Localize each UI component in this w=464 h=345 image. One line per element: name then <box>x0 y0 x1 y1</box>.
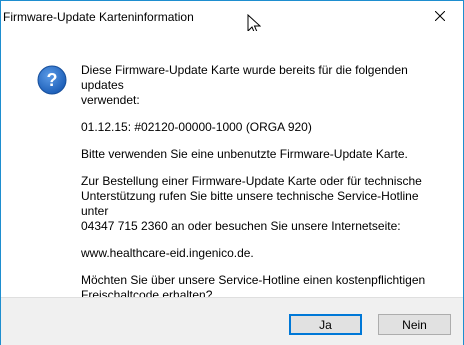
no-button[interactable]: Nein <box>378 314 451 335</box>
dialog-window: Firmware-Update Karteninformation ? Dies… <box>0 0 464 345</box>
message-paragraph-website: www.healthcare-eid.ingenico.de. <box>81 246 254 260</box>
close-button[interactable] <box>417 1 463 31</box>
title-bar[interactable]: Firmware-Update Karteninformation <box>1 1 463 31</box>
close-icon <box>435 11 445 21</box>
dialog-content: ? Diese Firmware-Update Karte wurde bere… <box>1 31 463 302</box>
message-paragraph-update-entry: 01.12.15: #02120-00000-1000 (ORGA 920) <box>81 120 312 134</box>
message-paragraph-hotline: Zur Bestellung einer Firmware-Update Kar… <box>81 174 422 233</box>
button-bar: Ja Nein <box>1 297 463 345</box>
window-title: Firmware-Update Karteninformation <box>3 10 194 24</box>
message-text: Diese Firmware-Update Karte wurde bereit… <box>81 63 446 315</box>
svg-text:?: ? <box>47 70 58 90</box>
yes-button[interactable]: Ja <box>289 314 362 335</box>
message-paragraph-used-before: Diese Firmware-Update Karte wurde bereit… <box>81 63 408 107</box>
question-icon: ? <box>37 65 67 95</box>
message-paragraph-use-unused: Bitte verwenden Sie eine unbenutzte Firm… <box>81 147 408 161</box>
